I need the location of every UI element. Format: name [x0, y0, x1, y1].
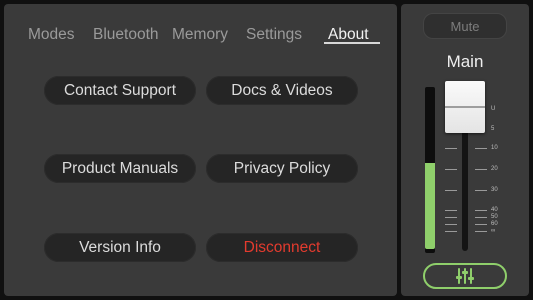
fader-tick — [475, 231, 487, 232]
scale-label: 5 — [491, 126, 495, 132]
fader-tick — [445, 148, 457, 149]
tab-bar: Modes Bluetooth Memory Settings About — [4, 26, 397, 48]
tab-modes[interactable]: Modes — [28, 26, 75, 44]
fader-tick — [475, 148, 487, 149]
docs-videos-button[interactable]: Docs & Videos — [206, 76, 358, 105]
mute-button[interactable]: Mute — [423, 13, 507, 39]
fader-tick — [445, 217, 457, 218]
scale-label: U — [491, 106, 496, 112]
fader-tick — [475, 224, 487, 225]
fader-tick — [475, 210, 487, 211]
scale-label: 40 — [491, 207, 498, 213]
mixer-button[interactable] — [423, 263, 507, 289]
version-info-button[interactable]: Version Info — [44, 233, 196, 262]
channel-name: Main — [446, 52, 484, 71]
tab-bluetooth[interactable]: Bluetooth — [93, 26, 159, 44]
main-panel: Modes Bluetooth Memory Settings About Co… — [4, 4, 397, 296]
scale-label: ∞ — [491, 228, 496, 234]
sliders-icon — [456, 268, 474, 284]
tab-memory[interactable]: Memory — [172, 26, 228, 44]
privacy-policy-button[interactable]: Privacy Policy — [206, 154, 358, 183]
disconnect-button[interactable]: Disconnect — [206, 233, 358, 262]
fader-tick — [445, 169, 457, 170]
channel-strip: Mute Main U 5 10 20 30 40 50 60 ∞ — [401, 4, 529, 296]
fader-tick — [445, 210, 457, 211]
fader-tick — [445, 231, 457, 232]
scale-label: 30 — [491, 187, 498, 193]
scale-label: 60 — [491, 221, 498, 227]
fader-tick — [445, 190, 457, 191]
level-meter-fill — [425, 163, 435, 249]
contact-support-button[interactable]: Contact Support — [44, 76, 196, 105]
scale-label: 50 — [491, 214, 498, 220]
fader-tick — [445, 224, 457, 225]
product-manuals-button[interactable]: Product Manuals — [44, 154, 196, 183]
active-tab-indicator — [324, 42, 380, 44]
fader-tick — [475, 217, 487, 218]
scale-label: 10 — [491, 145, 498, 151]
fader-tick — [475, 169, 487, 170]
fader-handle[interactable] — [445, 81, 485, 133]
fader-tick — [475, 190, 487, 191]
scale-label: 20 — [491, 166, 498, 172]
fader-handle-line — [445, 106, 485, 108]
tab-settings[interactable]: Settings — [246, 26, 302, 44]
